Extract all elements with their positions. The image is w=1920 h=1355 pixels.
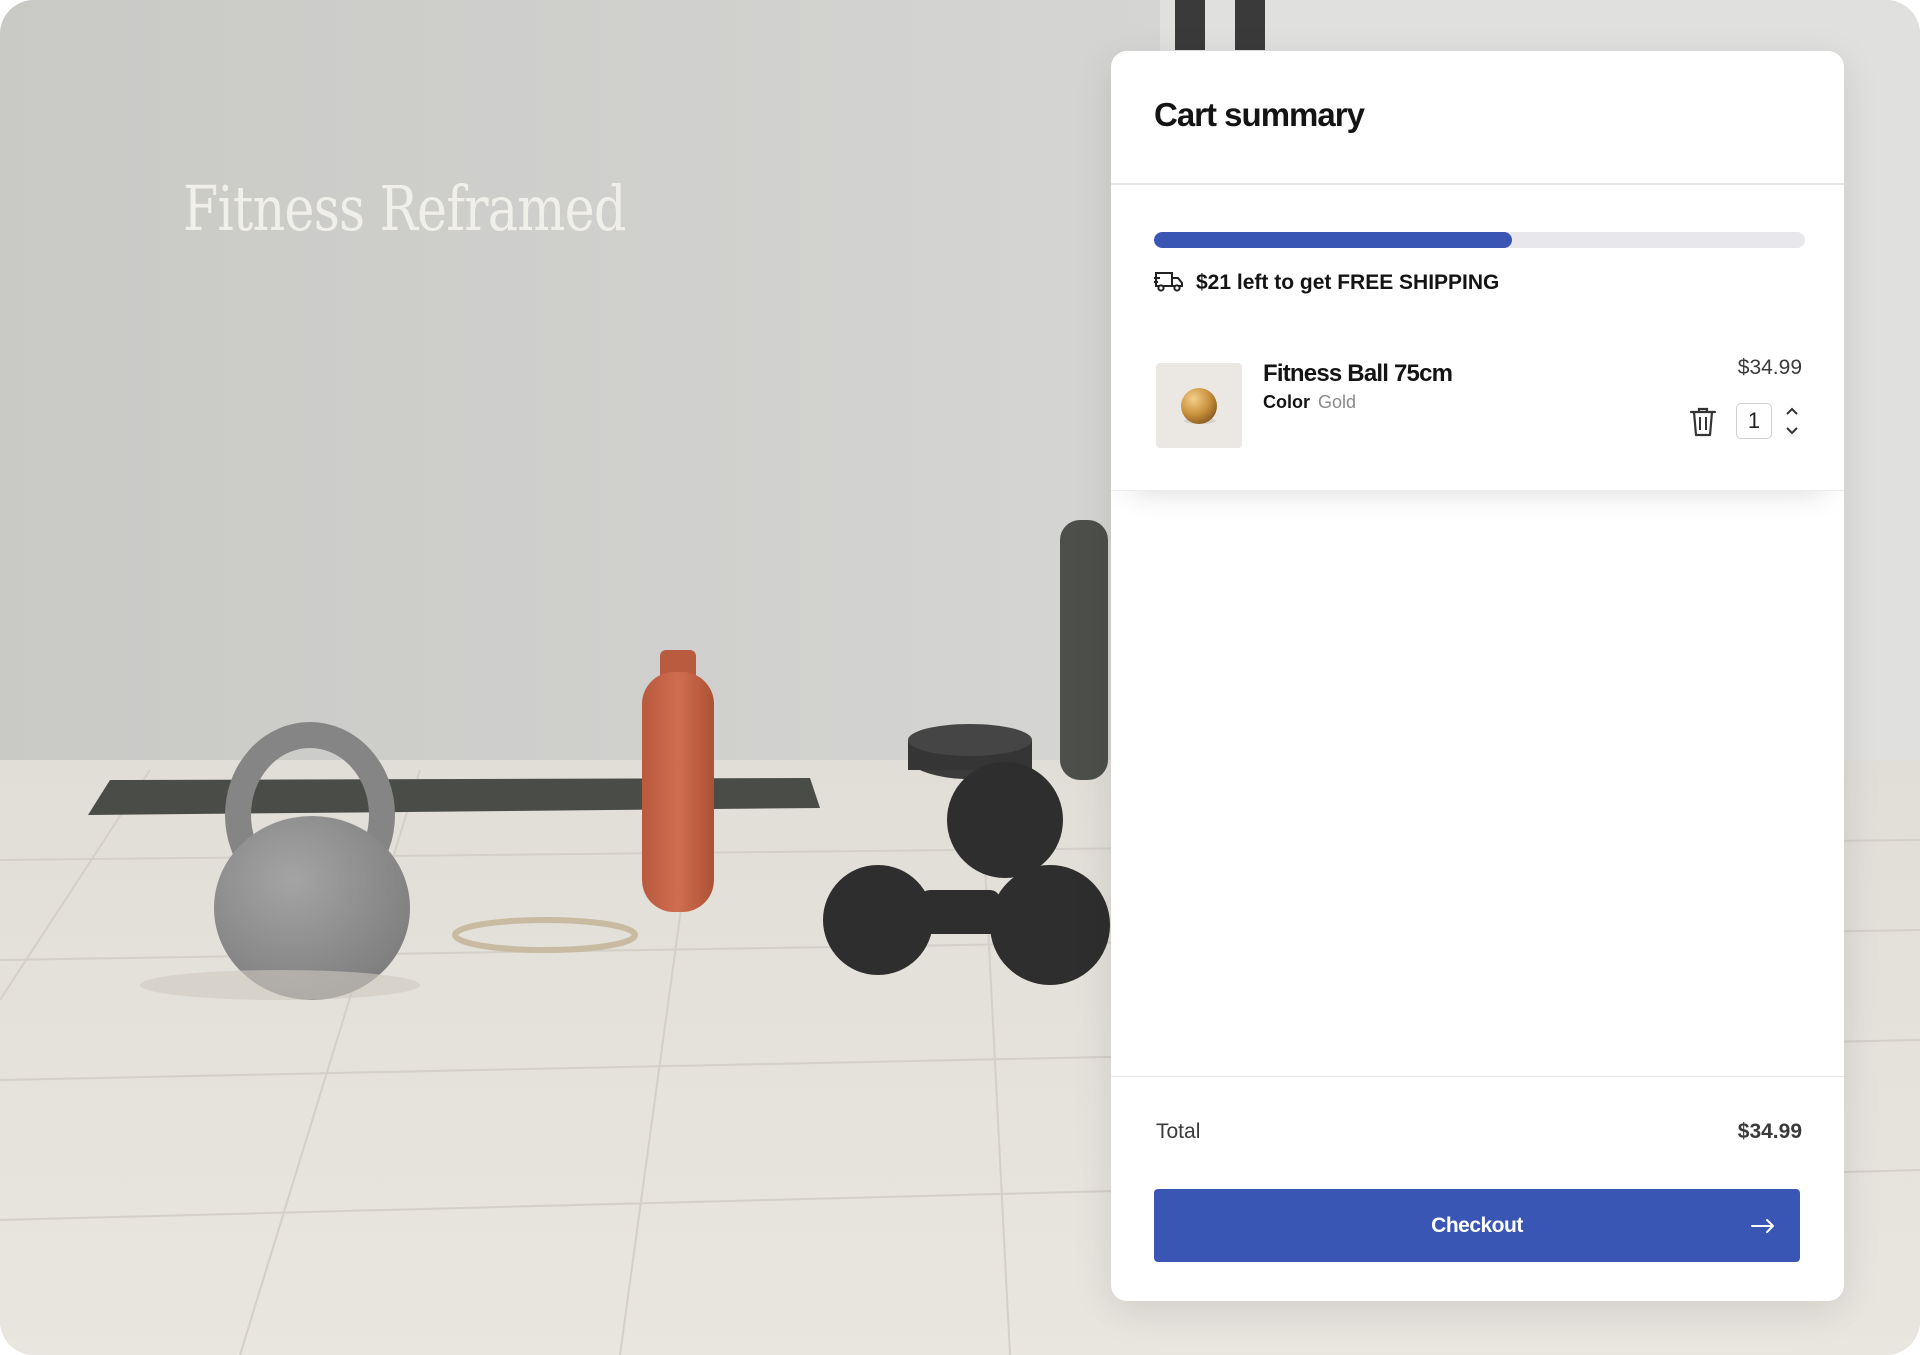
delivery-truck-icon — [1154, 269, 1184, 298]
checkout-label: Checkout — [1431, 1213, 1523, 1237]
cart-title: Cart summary — [1154, 96, 1365, 133]
item-variant: Color Gold — [1263, 392, 1356, 413]
free-shipping-message: $21 left to get FREE SHIPPING — [1196, 271, 1500, 294]
cart-footer: Total $34.99 Checkout — [1111, 1076, 1844, 1301]
quantity-decrease-button[interactable] — [1783, 423, 1801, 439]
variant-value: Gold — [1318, 392, 1357, 412]
checkout-button[interactable]: Checkout — [1154, 1189, 1800, 1262]
quantity-increase-button[interactable] — [1783, 403, 1801, 419]
chevron-down-icon — [1783, 426, 1801, 443]
cart-header: Cart summary — [1111, 51, 1844, 185]
item-price: $34.99 — [1737, 356, 1802, 379]
cart-summary-panel: Cart summary $21 left to get FREE SHIPPI… — [1111, 51, 1844, 1301]
item-thumbnail[interactable] — [1156, 363, 1242, 448]
chevron-up-icon — [1783, 406, 1801, 423]
free-shipping-progress-bar — [1154, 232, 1805, 248]
cart-item-list: Fitness Ball 75cm Color Gold $34.99 1 — [1111, 351, 1844, 491]
total-label: Total — [1156, 1120, 1201, 1143]
total-value: $34.99 — [1737, 1120, 1802, 1143]
free-shipping-notice: $21 left to get FREE SHIPPING — [1154, 267, 1499, 299]
trash-icon — [1688, 407, 1718, 443]
remove-item-button[interactable] — [1688, 405, 1718, 439]
arrow-right-icon — [1748, 1211, 1778, 1241]
hero-title: Fitness Reframed — [183, 172, 626, 245]
free-shipping-progress-fill — [1154, 232, 1513, 248]
item-name[interactable]: Fitness Ball 75cm — [1263, 360, 1453, 388]
variant-label: Color — [1263, 392, 1310, 412]
quantity-input[interactable]: 1 — [1736, 403, 1772, 439]
